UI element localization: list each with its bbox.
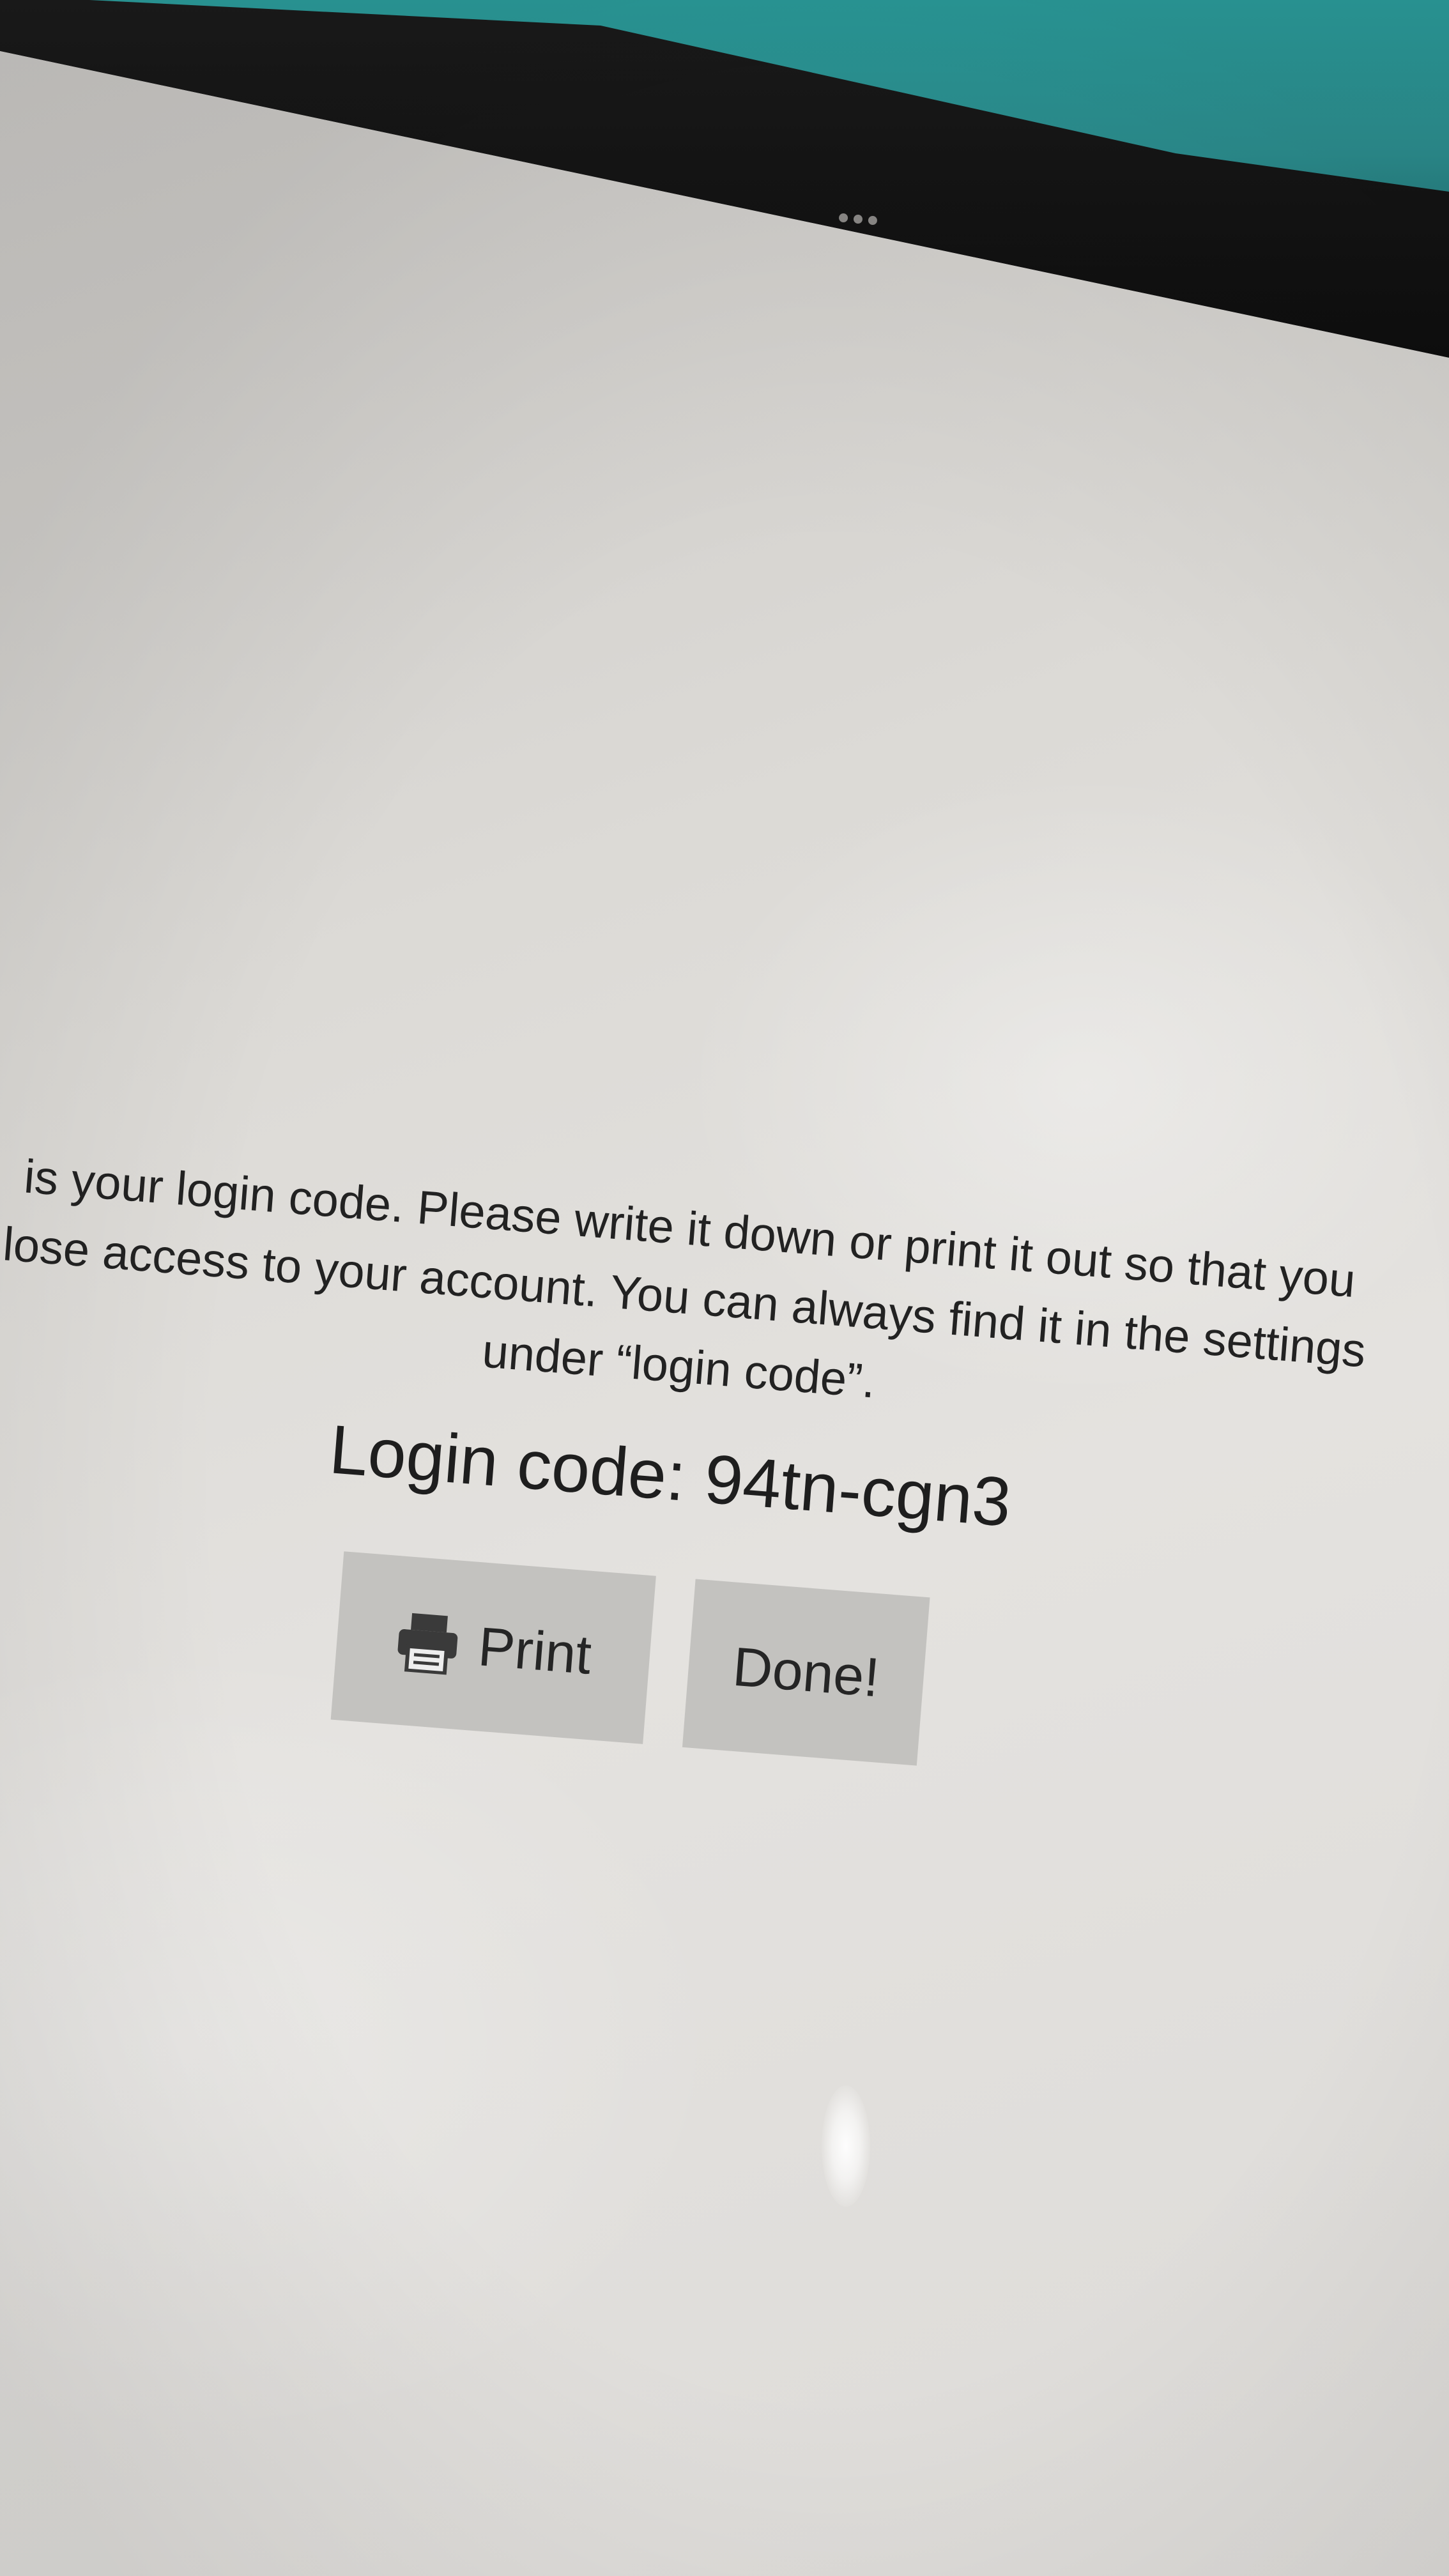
done-button-label: Done! [730,1636,882,1708]
print-button-label: Print [476,1615,594,1686]
dot [868,215,878,226]
message-line-3: under “login code”. [480,1324,878,1408]
screen-glare [822,2085,870,2207]
done-button[interactable]: Done! [682,1579,930,1766]
login-code-label: Login code: [326,1410,689,1515]
login-code-value: 94tn-cgn3 [702,1439,1014,1541]
dot [853,214,863,224]
print-button[interactable]: Print [330,1551,656,1744]
photo-scene: is your login code. Please write it down… [0,0,1449,2576]
printer-icon [397,1613,457,1676]
dot [838,213,848,223]
